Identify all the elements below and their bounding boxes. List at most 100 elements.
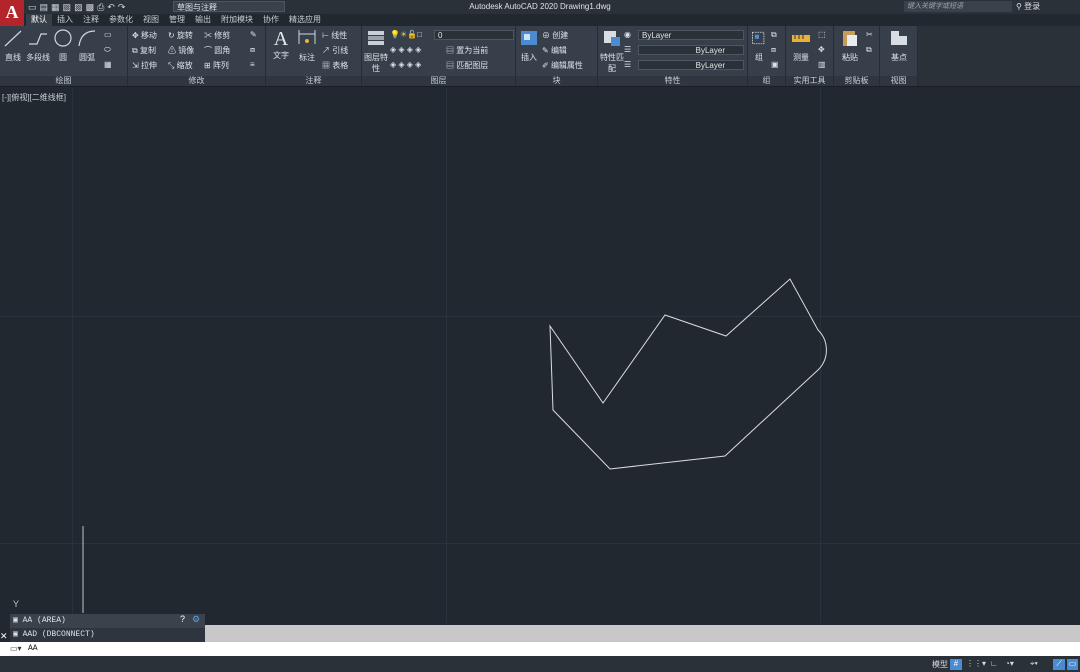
tab-featured-apps[interactable]: 精选应用 [284, 14, 326, 26]
lineweight-icon[interactable]: ☰ [624, 60, 631, 69]
command-line[interactable] [0, 642, 1080, 656]
match-properties-button[interactable]: 特性匹配 [600, 28, 624, 74]
tab-manage[interactable]: 管理 [164, 14, 190, 26]
tab-annotate[interactable]: 注释 [78, 14, 104, 26]
layer-tool-icons-row1[interactable]: ◈ ◈ ◈ ◈ [390, 45, 421, 54]
tab-home[interactable]: 默认 [26, 14, 52, 26]
tab-parametric[interactable]: 参数化 [104, 14, 138, 26]
groups-panel-label[interactable]: 组 [748, 76, 785, 86]
workspace-select[interactable]: 草图与注释 [173, 1, 285, 12]
rotate-button[interactable]: ↻ 旋转 [168, 30, 193, 41]
command-input[interactable]: AA [28, 643, 38, 655]
command-history-item[interactable]: ▣ AAD (DBCONNECT) [10, 628, 205, 642]
erase-icon[interactable]: ✎ [250, 30, 257, 39]
app-logo[interactable]: A [0, 0, 24, 26]
layer-tool-icons-row2[interactable]: ◈ ◈ ◈ ◈ [390, 60, 421, 69]
trim-button[interactable]: ✂ 修剪 [204, 30, 230, 41]
tab-insert[interactable]: 插入 [52, 14, 78, 26]
share-icon[interactable]: ▩ [86, 2, 95, 13]
model-tab[interactable]: 模型 [932, 659, 948, 670]
base-view-button[interactable]: 基点 [884, 28, 914, 63]
arc-button[interactable]: 圆弧 [76, 28, 98, 63]
measure-button[interactable]: 测量 [788, 28, 814, 63]
settings-icon[interactable]: ⚙ [192, 614, 200, 625]
new-file-icon[interactable]: ▭ [28, 2, 37, 13]
edit-block-button[interactable]: ✎ 编辑 [542, 45, 567, 56]
linetype-select[interactable]: ByLayer [638, 45, 744, 55]
leader-button[interactable]: ↗ 引线 [322, 45, 348, 56]
command-prompt-icon[interactable]: ▭▾ [10, 644, 22, 653]
lineweight-toggle-icon[interactable]: ⟋ [1053, 659, 1065, 670]
draw-panel-label[interactable]: 绘图 [0, 76, 127, 86]
tab-view[interactable]: 视图 [138, 14, 164, 26]
view-panel-label[interactable]: 视图 [880, 76, 917, 86]
point-icon[interactable]: ✥ [818, 45, 825, 54]
help-icon[interactable]: ? [180, 614, 185, 624]
make-current-button[interactable]: ▤ 置为当前 [446, 45, 488, 56]
login-button[interactable]: ⚲ 登录 [1016, 1, 1040, 12]
annotation-panel-label[interactable]: 注释 [266, 76, 361, 86]
command-history-item[interactable]: ▣ AA (AREA) [10, 614, 205, 628]
grid-toggle-icon[interactable]: # [950, 659, 962, 670]
color-select[interactable]: ByLayer [638, 30, 744, 40]
polyline-shape[interactable] [549, 278, 827, 470]
scale-button[interactable]: ⤡ 缩放 [168, 60, 193, 71]
utilities-panel-label[interactable]: 实用工具 [786, 76, 833, 86]
stretch-button[interactable]: ⇲ 拉伸 [132, 60, 157, 71]
undo-icon[interactable]: ↶ [107, 2, 115, 13]
layers-panel-label[interactable]: 图层 [362, 76, 515, 86]
linetype-icon[interactable]: ☰ [624, 45, 631, 54]
search-input[interactable]: 键入关键字或短语 [904, 1, 1012, 12]
line-button[interactable]: 直线 [2, 28, 24, 63]
text-button[interactable]: A 文字 [269, 28, 293, 61]
insert-button[interactable]: 插入 [518, 28, 540, 63]
mirror-button[interactable]: ⚠ 镜像 [168, 45, 194, 56]
group-select-icon[interactable]: ▣ [771, 60, 779, 69]
linear-button[interactable]: ⊢ 线性 [322, 30, 347, 41]
tab-output[interactable]: 输出 [190, 14, 216, 26]
hatch-icon[interactable]: ▦ [104, 60, 112, 69]
save-as-icon[interactable]: ▧ [63, 2, 72, 13]
array-button[interactable]: ⊞ 阵列 [204, 60, 229, 71]
create-block-button[interactable]: ⊕ 创建 [542, 30, 568, 41]
snap-icon[interactable]: ⋮⋮▾ [966, 659, 986, 668]
layer-properties-button[interactable]: 图层特性 [364, 28, 388, 74]
move-button[interactable]: ✥ 移动 [132, 30, 157, 41]
circle-button[interactable]: 圆 [52, 28, 74, 63]
transparency-toggle-icon[interactable]: ▭ [1067, 659, 1078, 670]
redo-icon[interactable]: ↷ [118, 2, 126, 13]
polar-icon[interactable]: ◔▾ [1005, 659, 1014, 668]
tab-collaborate[interactable]: 协作 [258, 14, 284, 26]
dimension-button[interactable]: 标注 [295, 28, 319, 63]
print-icon[interactable]: ⎙ [97, 2, 104, 13]
ortho-icon[interactable]: ∟ [990, 659, 998, 668]
edit-attributes-button[interactable]: ✐ 编辑属性 [542, 60, 583, 71]
cut-icon[interactable]: ✂ [866, 30, 873, 39]
export-icon[interactable]: ▨ [74, 2, 83, 13]
lineweight-select[interactable]: ByLayer [638, 60, 744, 70]
current-layer-select[interactable]: 0 [434, 30, 514, 40]
drawing-canvas[interactable]: Y [0, 88, 1080, 625]
polyline-button[interactable]: 多段线 [26, 28, 50, 63]
close-icon[interactable]: ✕ [0, 631, 8, 642]
ellipse-icon[interactable]: ⬭ [104, 45, 111, 55]
group-button[interactable]: 组 [750, 28, 768, 63]
osnap-icon[interactable]: ⌖▾ [1030, 659, 1038, 669]
table-button[interactable]: ▦ 表格 [322, 60, 348, 71]
fillet-button[interactable]: ⌒ 圆角 [204, 45, 230, 56]
offset-icon[interactable]: ≡ [250, 60, 255, 69]
quick-select-icon[interactable]: ⬚ [818, 30, 826, 39]
match-layer-button[interactable]: ▤ 匹配图层 [446, 60, 488, 71]
modify-panel-label[interactable]: 修改 [128, 76, 265, 86]
explode-icon[interactable]: ⧈ [250, 45, 255, 55]
block-panel-label[interactable]: 块 [516, 76, 597, 86]
copy-clip-icon[interactable]: ⧉ [866, 45, 872, 55]
paste-button[interactable]: 粘贴 [838, 28, 862, 63]
group-edit-icon[interactable]: ⧈ [771, 45, 776, 55]
save-icon[interactable]: ▦ [51, 2, 60, 13]
clipboard-panel-label[interactable]: 剪贴板 [834, 76, 879, 86]
copy-button[interactable]: ⧉ 复制 [132, 45, 156, 56]
rectangle-icon[interactable]: ▭ [104, 30, 112, 39]
color-wheel-icon[interactable]: ◉ [624, 30, 631, 39]
calculator-icon[interactable]: ▥ [818, 60, 826, 69]
